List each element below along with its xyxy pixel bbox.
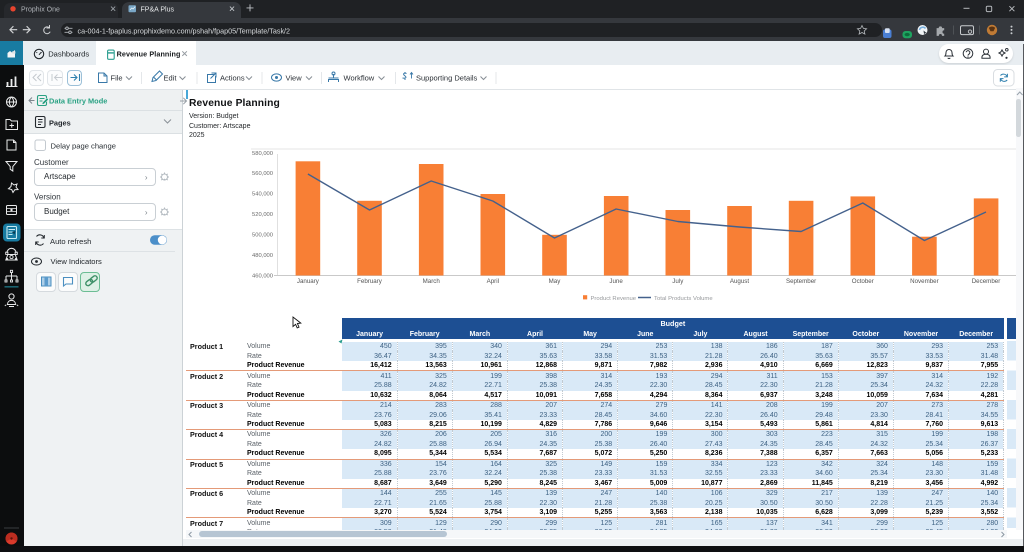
svg-text:460,000: 460,000 (252, 274, 273, 280)
svg-text:500,000: 500,000 (252, 233, 273, 239)
svg-text:December: December (972, 278, 1001, 285)
svg-text:560,000: 560,000 (252, 171, 273, 177)
svg-text:Version: Version (34, 193, 61, 202)
svg-text:480,000: 480,000 (252, 253, 273, 259)
svg-text:Product Revenue: Product Revenue (591, 296, 637, 302)
svg-text:Data Entry Mode: Data Entry Mode (49, 96, 107, 105)
svg-text:May: May (549, 278, 562, 285)
svg-text:October: October (852, 278, 874, 285)
svg-text:Delay page change: Delay page change (51, 141, 116, 150)
svg-text:February: February (357, 278, 383, 285)
svg-text:580,000: 580,000 (252, 151, 273, 157)
svg-text:ca-004-1-fpaplus.prophixdemo.c: ca-004-1-fpaplus.prophixdemo.com/pshah/f… (78, 26, 291, 35)
svg-text:Total Products Volume: Total Products Volume (654, 296, 713, 302)
svg-text:July: July (672, 278, 684, 285)
svg-text:View: View (286, 74, 303, 83)
svg-text:March: March (423, 278, 441, 285)
svg-text:File: File (111, 74, 123, 83)
svg-text:Customer: Customer (34, 158, 69, 167)
svg-text:540,000: 540,000 (252, 192, 273, 198)
svg-text:August: August (730, 278, 750, 285)
svg-text:June: June (609, 278, 623, 285)
svg-text:Workflow: Workflow (344, 74, 375, 83)
svg-text:Revenue Planning: Revenue Planning (117, 50, 181, 59)
svg-text:Auto refresh: Auto refresh (50, 237, 91, 246)
svg-text:September: September (786, 278, 816, 285)
svg-text:Edit: Edit (164, 74, 178, 83)
svg-text:Dashboards: Dashboards (48, 50, 89, 59)
svg-text:Supporting Details: Supporting Details (416, 74, 478, 83)
svg-text:April: April (487, 278, 499, 285)
svg-text:FP&A Plus: FP&A Plus (141, 7, 175, 14)
svg-text:View Indicators: View Indicators (51, 257, 103, 266)
svg-text:November: November (910, 278, 939, 285)
svg-text:Actions: Actions (220, 74, 245, 83)
svg-text:Prophix One: Prophix One (21, 7, 60, 14)
svg-text:520,000: 520,000 (252, 212, 273, 218)
svg-text:Pages: Pages (49, 118, 71, 127)
svg-text:January: January (297, 278, 320, 285)
